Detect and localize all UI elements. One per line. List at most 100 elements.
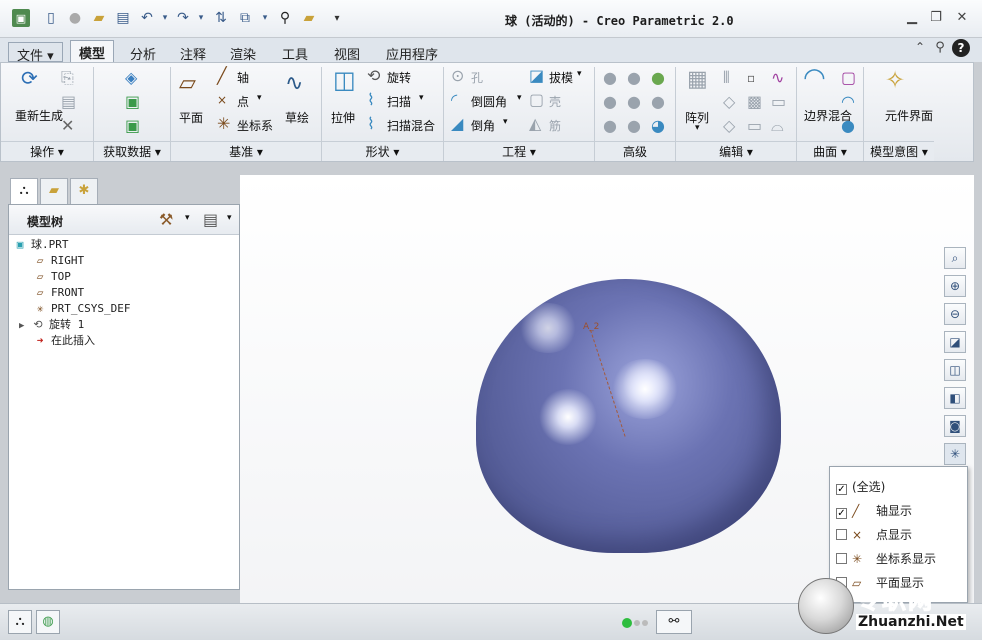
revolve-button[interactable]: 旋转 <box>387 69 411 86</box>
open-icon[interactable]: ▰ <box>90 9 108 27</box>
sweep-button[interactable]: 扫描 <box>387 93 411 110</box>
tab-view[interactable]: 视图 <box>326 42 368 63</box>
freestyle-icon[interactable]: ◠ <box>841 93 855 111</box>
show-icon[interactable]: ▤ <box>203 211 218 229</box>
restore-icon[interactable]: ❐ <box>926 10 946 26</box>
model-tree-tab-icon[interactable]: ⛬ <box>10 178 38 204</box>
folder-browser-tab-icon[interactable]: ▰ <box>40 178 68 204</box>
group-engineering[interactable]: 工程 ▾ <box>444 141 594 161</box>
redo-dropdown-icon[interactable]: ▾ <box>192 9 210 27</box>
chamfer-dropdown-icon[interactable]: ▾ <box>503 117 508 127</box>
solidify-icon[interactable]: ⌓ <box>771 117 784 135</box>
advanced-tool-icon[interactable]: ● <box>627 117 641 135</box>
swept-blend-button[interactable]: 扫描混合 <box>387 117 435 134</box>
point-button[interactable]: 点 <box>237 93 249 110</box>
advanced-tool-icon[interactable]: ● <box>627 69 641 87</box>
extend-icon[interactable]: ▫ <box>747 69 755 87</box>
offset-icon[interactable]: ▭ <box>771 93 786 111</box>
redo-icon[interactable]: ↷ <box>174 9 192 27</box>
group-get-data[interactable]: 获取数据 ▾ <box>94 141 170 161</box>
settings-dropdown-icon[interactable]: ▾ <box>185 213 190 223</box>
fill-icon[interactable]: ● <box>841 117 855 135</box>
settings-icon[interactable]: ⚒ <box>159 211 173 229</box>
axis-display-checkbox[interactable]: ✓ ╱ 轴显示 <box>836 501 912 521</box>
group-datum[interactable]: 基准 ▾ <box>171 141 321 161</box>
chamfer-icon[interactable]: ◢ <box>451 115 463 133</box>
tab-applications[interactable]: 应用程序 <box>378 42 446 63</box>
advanced-tool-icon[interactable]: ● <box>651 69 665 87</box>
refit-icon[interactable]: ⌕ <box>944 247 966 269</box>
group-advanced[interactable]: 高级 <box>595 141 675 161</box>
undo-icon[interactable]: ↶ <box>138 9 156 27</box>
folder-icon[interactable]: ▰ <box>300 9 318 27</box>
tree-item-csys[interactable]: ✳ PRT_CSYS_DEF <box>33 301 131 317</box>
csys-display-checkbox[interactable]: ✳ 坐标系显示 <box>836 549 936 569</box>
draft-dropdown-icon[interactable]: ▾ <box>577 69 582 79</box>
tree-item-front[interactable]: ▱ FRONT <box>33 285 84 301</box>
zoom-in-icon[interactable]: ⊕ <box>944 275 966 297</box>
round-button[interactable]: 倒圆角 <box>471 93 507 110</box>
point-icon[interactable]: × <box>217 91 227 109</box>
plane-button[interactable]: 平面 <box>179 109 203 126</box>
sphere-model[interactable] <box>476 279 781 553</box>
advanced-tool-icon[interactable]: ● <box>603 93 617 111</box>
favorites-tab-icon[interactable]: ✱ <box>70 178 98 204</box>
hole-button[interactable]: 孔 <box>471 69 483 86</box>
help-icon[interactable]: ? <box>952 39 970 57</box>
draft-button[interactable]: 拔模 <box>549 69 573 86</box>
round-dropdown-icon[interactable]: ▾ <box>517 93 522 103</box>
tree-item-revolve[interactable]: ▶ ⟲ 旋转 1 <box>19 317 84 333</box>
advanced-tool-icon[interactable]: ● <box>603 117 617 135</box>
group-operations[interactable]: 操作 ▾ <box>1 141 93 161</box>
extrude-button[interactable]: 拉伸 <box>331 109 355 126</box>
minimize-icon[interactable]: ▁ <box>902 10 922 26</box>
view-manager-icon[interactable]: ◙ <box>944 415 966 437</box>
plane-icon[interactable]: ▱ <box>179 73 196 95</box>
advanced-tool-icon[interactable]: ● <box>651 93 665 111</box>
sketch-icon[interactable]: ∿ <box>285 73 303 95</box>
app-icon[interactable]: ▣ <box>12 9 30 27</box>
group-shapes[interactable]: 形状 ▾ <box>322 141 443 161</box>
zoom-out-icon[interactable]: ⊖ <box>944 303 966 325</box>
advanced-tool-icon[interactable]: ● <box>627 93 641 111</box>
find-icon[interactable]: ⚲ <box>276 9 294 27</box>
shell-button[interactable]: 壳 <box>549 93 561 110</box>
expand-arrow-icon[interactable]: ▶ <box>19 318 31 334</box>
windows-dropdown-icon[interactable]: ▾ <box>256 9 274 27</box>
merge-icon[interactable]: ◇ <box>723 93 735 111</box>
axis-icon[interactable]: ╱ <box>217 67 227 85</box>
shell-icon[interactable]: ▢ <box>529 91 544 109</box>
csys-button[interactable]: 坐标系 <box>237 117 273 134</box>
browser-toggle-icon[interactable]: ◍ <box>36 610 60 634</box>
tree-item-top[interactable]: ▱ TOP <box>33 269 71 285</box>
tree-item-insert-here[interactable]: ➜ 在此插入 <box>33 333 95 349</box>
boundary-blend-button[interactable]: 边界混合 <box>804 109 852 123</box>
tree-item-part[interactable]: ▣ 球.PRT <box>13 237 69 253</box>
hole-icon[interactable]: ⊙ <box>451 67 464 85</box>
project-icon[interactable]: ∿ <box>771 69 784 87</box>
advanced-tool-icon[interactable]: ◕ <box>651 117 665 135</box>
chamfer-button[interactable]: 倒角 <box>471 117 495 134</box>
extrude-icon[interactable]: ◫ <box>333 68 356 92</box>
component-interface-icon[interactable]: ✧ <box>885 68 905 92</box>
point-display-checkbox[interactable]: × 点显示 <box>836 525 912 545</box>
point-dropdown-icon[interactable]: ▾ <box>257 93 262 103</box>
regenerate-icon[interactable]: ⟳ <box>21 68 38 88</box>
group-surfaces[interactable]: 曲面 ▾ <box>797 141 863 161</box>
sweep-icon[interactable]: ⌇ <box>367 91 375 109</box>
tab-analysis[interactable]: 分析 <box>122 42 164 63</box>
regenerate-button[interactable]: 重新生成 <box>15 109 63 123</box>
tab-annotate[interactable]: 注释 <box>172 42 214 63</box>
display-style-icon[interactable]: ◫ <box>944 359 966 381</box>
revolve-icon[interactable]: ⟲ <box>367 67 380 85</box>
navigator-toggle-icon[interactable]: ⛬ <box>8 610 32 634</box>
thicken-icon[interactable]: ▭ <box>747 117 762 135</box>
delete-icon[interactable]: ✕ <box>61 117 74 135</box>
trim-icon[interactable]: ▩ <box>747 93 762 111</box>
swept-blend-icon[interactable]: ⌇ <box>367 115 375 133</box>
copy-icon[interactable]: ⎘ <box>61 69 74 87</box>
close-icon[interactable]: ✕ <box>952 10 972 26</box>
style-icon[interactable]: ▢ <box>841 69 856 87</box>
sweep-dropdown-icon[interactable]: ▾ <box>419 93 424 103</box>
axis-button[interactable]: 轴 <box>237 69 249 86</box>
